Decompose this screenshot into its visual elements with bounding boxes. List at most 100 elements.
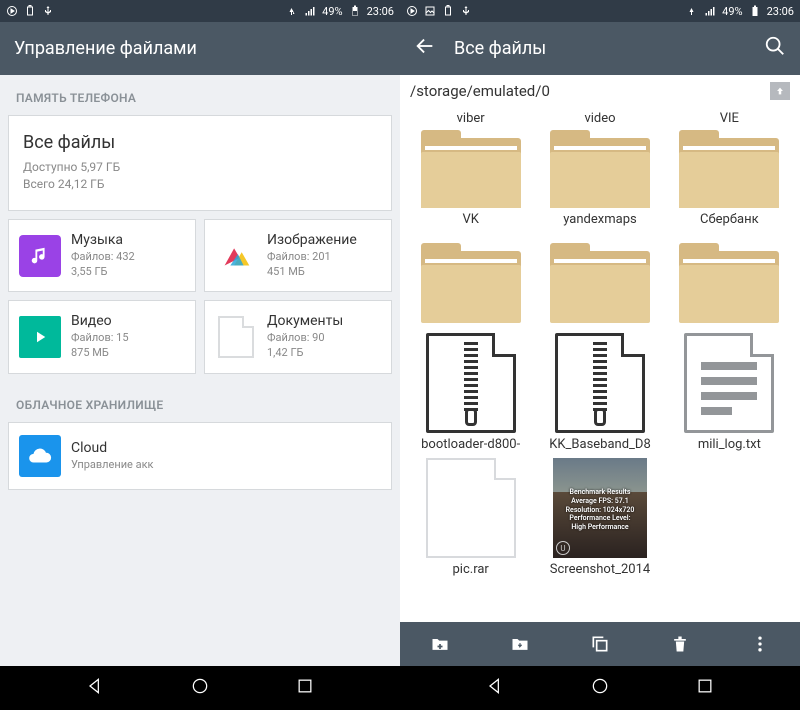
screen-file-management: 49% 23:06 Управление файлами ПАМЯТЬ ТЕЛЕ… <box>0 0 400 710</box>
category-label: Видео <box>71 313 129 329</box>
section-phone-storage: ПАМЯТЬ ТЕЛЕФОНА <box>8 75 392 115</box>
up-directory-button[interactable] <box>770 82 790 100</box>
battery-icon <box>442 5 454 17</box>
battery-percent: 49% <box>722 5 742 18</box>
screen-file-browser: 49% 23:06 Все файлы /storage/emulated/0 … <box>400 0 800 710</box>
category-label: Документы <box>267 313 343 329</box>
file-item[interactable]: pic.rar <box>406 458 535 583</box>
cloud-label: Cloud <box>71 440 154 456</box>
signal-icon <box>304 5 316 17</box>
play-circle-icon <box>406 5 418 17</box>
file-label: mili_log.txt <box>665 433 794 458</box>
nav-back[interactable] <box>85 676 105 700</box>
nav-back[interactable] <box>485 676 505 700</box>
all-files-title: Все файлы <box>23 132 377 153</box>
action-bar: Управление файлами <box>0 22 400 75</box>
zip-file-icon <box>426 333 516 433</box>
file-item[interactable]: KK_Baseband_D8 <box>535 333 664 458</box>
file-item[interactable]: Сбербанк <box>665 208 794 333</box>
clock: 23:06 <box>367 5 394 18</box>
category-images[interactable]: Изображение Файлов: 201 451 МБ <box>204 219 392 293</box>
usb-icon <box>460 5 472 17</box>
category-video[interactable]: Видео Файлов: 15 875 МБ <box>8 300 196 374</box>
signal-icon <box>704 5 716 17</box>
cloud-card[interactable]: Cloud Управление акк <box>8 422 392 490</box>
current-path: /storage/emulated/0 <box>410 82 550 100</box>
folder-icon <box>550 243 650 323</box>
category-files: Файлов: 15 <box>71 331 129 346</box>
back-button[interactable] <box>414 35 436 62</box>
file-label: Сбербанк <box>665 208 794 233</box>
all-files-total: Всего 24,12 ГБ <box>23 176 377 193</box>
usb-icon <box>42 5 54 17</box>
text-file-icon <box>684 333 774 433</box>
file-item[interactable]: mili_log.txt <box>665 333 794 458</box>
page-title: Управление файлами <box>14 38 197 59</box>
bottom-action-bar <box>400 622 800 666</box>
nav-recent[interactable] <box>295 676 315 700</box>
file-item[interactable]: viber <box>406 107 535 208</box>
images-icon <box>215 235 257 277</box>
all-files-card[interactable]: Все файлы Доступно 5,97 ГБ Всего 24,12 Г… <box>8 115 392 211</box>
new-folder-button[interactable] <box>420 624 460 664</box>
category-size: 875 МБ <box>71 346 129 361</box>
file-item[interactable]: VIE <box>665 107 794 208</box>
data-icon <box>286 5 298 17</box>
category-music[interactable]: Музыка Файлов: 432 3,55 ГБ <box>8 219 196 293</box>
delete-button[interactable] <box>660 624 700 664</box>
category-files: Файлов: 432 <box>71 250 135 265</box>
file-label: viber <box>406 107 535 132</box>
image-icon <box>424 5 436 17</box>
more-button[interactable] <box>740 624 780 664</box>
file-label: VK <box>406 208 535 233</box>
file-label: Screenshot_2014 <box>535 558 664 583</box>
action-bar: Все файлы <box>400 22 800 75</box>
status-bar: 49% 23:06 <box>400 0 800 22</box>
file-item[interactable]: VK <box>406 208 535 333</box>
file-label: VIE <box>665 107 794 132</box>
nav-home[interactable] <box>190 676 210 700</box>
cloud-sub: Управление акк <box>71 458 154 473</box>
category-label: Изображение <box>267 232 357 248</box>
category-size: 451 МБ <box>267 265 357 280</box>
all-files-available: Доступно 5,97 ГБ <box>23 159 377 176</box>
nav-home[interactable] <box>590 676 610 700</box>
folder-icon <box>421 130 521 208</box>
folder-icon <box>679 130 779 208</box>
image-thumbnail: Benchmark ResultsAverage FPS: 57.1Resolu… <box>553 458 647 558</box>
category-files: Файлов: 90 <box>267 331 343 346</box>
folder-icon <box>550 130 650 208</box>
file-item[interactable]: bootloader-d800- <box>406 333 535 458</box>
battery-percent: 49% <box>322 5 342 18</box>
folder-icon <box>421 243 521 323</box>
zip-file-icon <box>555 333 645 433</box>
battery-icon <box>24 5 36 17</box>
play-circle-icon <box>6 5 18 17</box>
download-folder-button[interactable] <box>500 624 540 664</box>
status-bar: 49% 23:06 <box>0 0 400 22</box>
nav-recent[interactable] <box>695 676 715 700</box>
file-icon <box>426 458 516 558</box>
file-label: pic.rar <box>406 558 535 583</box>
data-icon <box>686 5 698 17</box>
navigation-bar <box>400 666 800 710</box>
navigation-bar <box>0 666 400 710</box>
cloud-icon <box>19 435 61 477</box>
battery-level-icon <box>749 5 761 17</box>
section-cloud-storage: ОБЛАЧНОЕ ХРАНИЛИЩЕ <box>8 382 392 422</box>
category-size: 3,55 ГБ <box>71 265 135 280</box>
file-label: yandexmaps <box>535 208 664 233</box>
search-button[interactable] <box>764 35 786 62</box>
file-item[interactable]: Benchmark ResultsAverage FPS: 57.1Resolu… <box>535 458 664 583</box>
category-documents[interactable]: Документы Файлов: 90 1,42 ГБ <box>204 300 392 374</box>
copy-button[interactable] <box>580 624 620 664</box>
file-item[interactable]: video <box>535 107 664 208</box>
battery-level-icon <box>349 5 361 17</box>
page-title: Все файлы <box>454 38 546 59</box>
file-label: bootloader-d800- <box>406 433 535 458</box>
category-label: Музыка <box>71 232 135 248</box>
video-icon <box>19 316 61 358</box>
file-item[interactable]: yandexmaps <box>535 208 664 333</box>
clock: 23:06 <box>767 5 794 18</box>
file-label: video <box>535 107 664 132</box>
